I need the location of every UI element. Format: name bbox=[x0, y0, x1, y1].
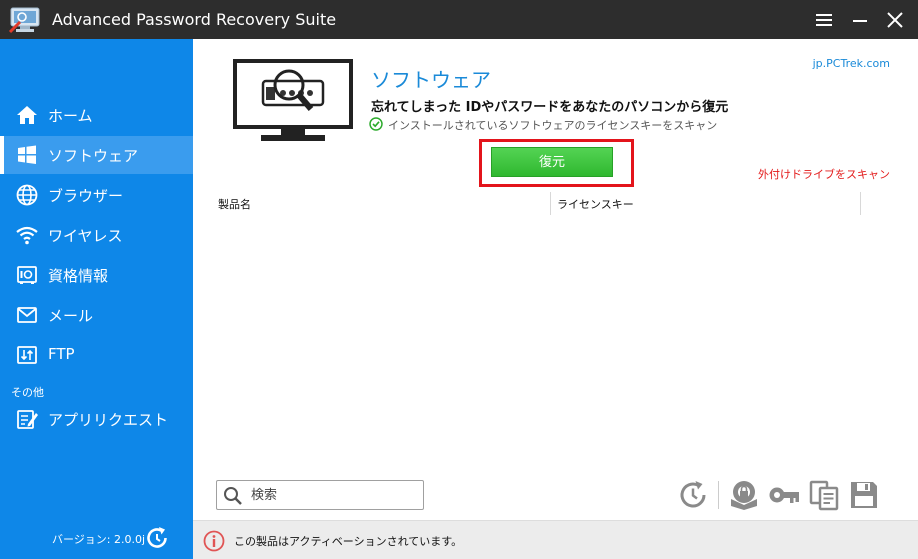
monitor-password-icon bbox=[233, 59, 353, 141]
wifi-icon bbox=[16, 226, 38, 245]
page-subtitle: 忘れてしまった IDやパスワードをあなたのパソコンから復元 bbox=[371, 100, 729, 115]
sidebar-item-software[interactable]: ソフトウェア bbox=[0, 136, 193, 174]
windows-icon bbox=[18, 145, 36, 164]
sidebar-item-wireless[interactable]: ワイヤレス bbox=[0, 216, 193, 254]
status-bar: この製品はアクティベーションされています。 bbox=[193, 520, 918, 559]
search-input[interactable] bbox=[251, 486, 416, 504]
sidebar-item-label: FTP bbox=[48, 345, 75, 363]
version-label: バージョン: 2.0.0j bbox=[52, 533, 146, 546]
sidebar-item-label: メール bbox=[48, 307, 94, 325]
mail-icon bbox=[17, 307, 37, 323]
sidebar: ホーム ソフトウェア ブラウザー ワイヤレス 資格情報 メール FTP その他 … bbox=[0, 39, 193, 559]
sidebar-item-ftp[interactable]: FTP bbox=[0, 336, 193, 374]
history-icon[interactable] bbox=[677, 479, 709, 511]
sidebar-item-browser[interactable]: ブラウザー bbox=[0, 176, 193, 214]
sidebar-item-label: ソフトウェア bbox=[48, 147, 139, 165]
request-icon bbox=[17, 410, 38, 429]
table-body bbox=[210, 215, 897, 470]
title-bar: Advanced Password Recovery Suite bbox=[0, 0, 918, 39]
search-box bbox=[216, 480, 424, 510]
sidebar-item-label: 資格情報 bbox=[48, 267, 109, 285]
minimize-icon bbox=[853, 20, 867, 22]
column-header-license-key[interactable]: ライセンスキー bbox=[557, 196, 634, 212]
recover-button[interactable]: 復元 bbox=[491, 147, 613, 177]
save-icon[interactable] bbox=[848, 479, 880, 511]
table-header: 製品名 ライセンスキー bbox=[210, 192, 897, 215]
page-title: ソフトウェア bbox=[371, 68, 491, 92]
app-title: Advanced Password Recovery Suite bbox=[52, 10, 337, 29]
home-icon bbox=[17, 106, 37, 124]
column-divider[interactable] bbox=[860, 192, 861, 215]
info-icon bbox=[203, 530, 225, 552]
sidebar-item-mail[interactable]: メール bbox=[0, 296, 193, 334]
search-icon bbox=[224, 487, 242, 505]
results-table: 製品名 ライセンスキー bbox=[210, 192, 897, 470]
toolbar-divider bbox=[718, 481, 719, 509]
hamburger-icon bbox=[816, 14, 832, 26]
sidebar-item-label: ワイヤレス bbox=[48, 227, 123, 245]
column-divider[interactable] bbox=[550, 192, 551, 215]
section-label-other: その他 bbox=[11, 386, 44, 399]
copy-icon[interactable] bbox=[808, 479, 840, 511]
column-header-product[interactable]: 製品名 bbox=[218, 196, 251, 212]
active-indicator bbox=[0, 136, 4, 174]
drive-lock-icon[interactable] bbox=[728, 479, 760, 511]
website-link[interactable]: jp.PCTrek.com bbox=[813, 57, 890, 70]
main-panel: ソフトウェア 忘れてしまった IDやパスワードをあなたのパソコンから復元 インス… bbox=[193, 39, 918, 520]
menu-button[interactable] bbox=[810, 6, 838, 34]
sidebar-item-app-request[interactable]: アプリリクエスト bbox=[0, 400, 193, 438]
check-circle-icon bbox=[369, 117, 383, 131]
sidebar-item-label: ブラウザー bbox=[48, 187, 124, 205]
activation-status: この製品はアクティベーションされています。 bbox=[234, 535, 463, 548]
safe-icon bbox=[17, 266, 37, 284]
ftp-icon bbox=[17, 346, 37, 364]
close-button[interactable] bbox=[881, 6, 909, 34]
sidebar-item-credentials[interactable]: 資格情報 bbox=[0, 256, 193, 294]
key-icon[interactable] bbox=[768, 479, 800, 511]
app-logo-icon bbox=[8, 7, 40, 34]
minimize-button[interactable] bbox=[846, 6, 874, 34]
refresh-icon[interactable] bbox=[144, 525, 170, 551]
globe-icon bbox=[16, 184, 38, 206]
close-icon bbox=[887, 12, 903, 28]
sidebar-item-label: ホーム bbox=[48, 107, 93, 125]
scan-external-drive-link[interactable]: 外付けドライブをスキャン bbox=[758, 166, 890, 182]
sidebar-item-home[interactable]: ホーム bbox=[0, 96, 193, 134]
feature-description: インストールされているソフトウェアのライセンスキーをスキャン bbox=[388, 119, 718, 132]
sidebar-item-label: アプリリクエスト bbox=[48, 411, 169, 429]
